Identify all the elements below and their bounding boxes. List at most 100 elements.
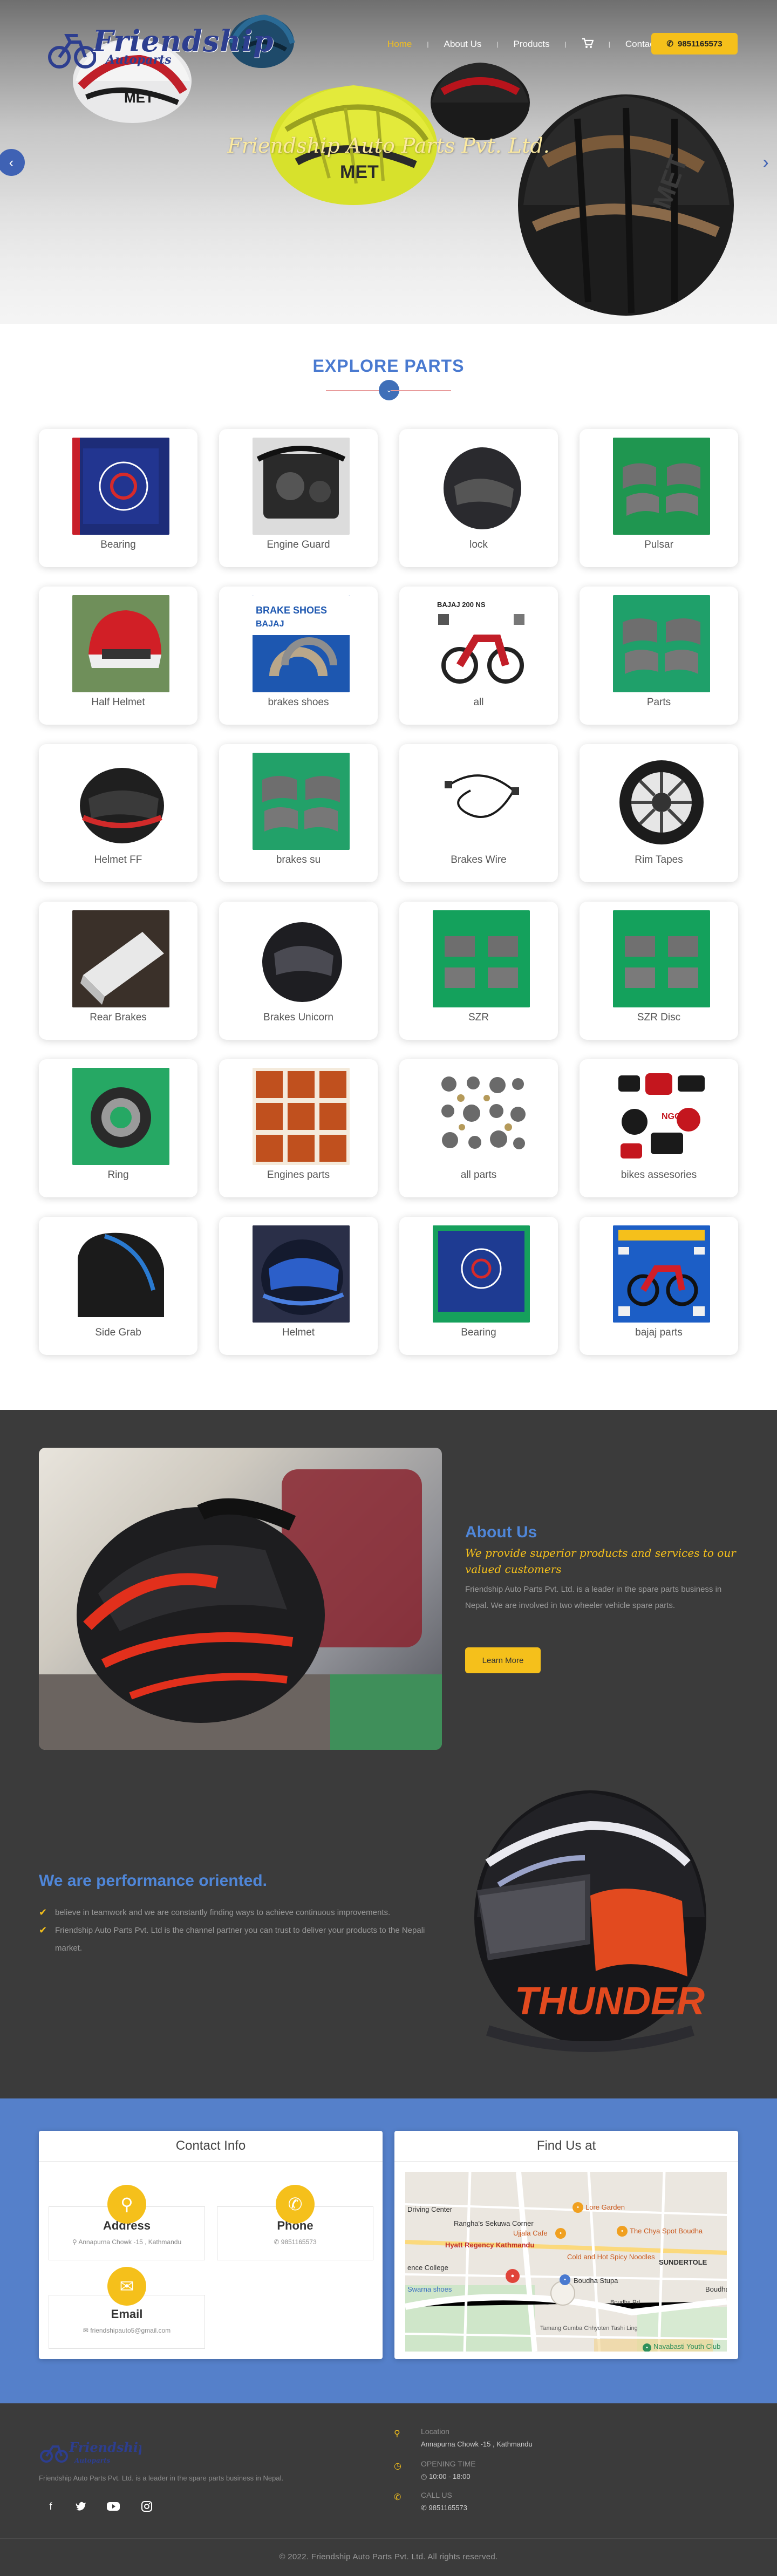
black-bronze-helmet-image: MET xyxy=(518,94,734,316)
map-place-label: Lore Garden xyxy=(585,2203,625,2211)
nav-home[interactable]: Home xyxy=(384,39,415,50)
ring-image xyxy=(72,1068,169,1165)
map-place-label: Ujjala Cafe xyxy=(513,2229,548,2237)
divider xyxy=(39,2161,383,2162)
product-card[interactable]: Rim Tapes xyxy=(580,744,738,882)
nav-separator: | xyxy=(427,40,429,48)
phone-icon: ✆ xyxy=(276,2185,315,2224)
product-card[interactable]: Helmet FF xyxy=(39,744,197,882)
instagram-icon[interactable] xyxy=(138,2498,155,2515)
navbar: Friendship Autoparts Home | About Us | P… xyxy=(0,0,777,69)
footer-location-value: Annapurna Chowk -15 , Kathmandu xyxy=(421,2440,533,2448)
address-text: ⚲ Annapurna Chowk -15 , Kathmandu xyxy=(49,2238,205,2246)
email-value[interactable]: friendshipauto5@gmail.com xyxy=(90,2327,171,2334)
map-marker-icon[interactable]: • xyxy=(617,2226,628,2237)
map-place-label: Navabasti Youth Club xyxy=(653,2342,721,2350)
product-label: Engines parts xyxy=(267,1169,330,1181)
title-divider-right xyxy=(391,390,451,391)
product-card[interactable]: Pulsar xyxy=(580,429,738,567)
check-icon: ✔ xyxy=(39,1907,47,1918)
product-card[interactable]: Engine Guard xyxy=(219,429,378,567)
nav-about[interactable]: About Us xyxy=(440,39,485,50)
product-label: Rim Tapes xyxy=(635,854,683,866)
map-place-label: SUNDERTOLE xyxy=(659,2258,707,2266)
product-card[interactable]: SZR Disc xyxy=(580,902,738,1040)
map-card: Find Us at ● • • • • • Driving Center Ra… xyxy=(394,2131,738,2359)
product-card[interactable]: Parts xyxy=(580,587,738,725)
footer-call-text[interactable]: 9851165573 xyxy=(429,2504,467,2512)
phone-value[interactable]: 9851165573 xyxy=(281,2238,317,2246)
phone-button[interactable]: ✆ 9851165573 xyxy=(651,33,738,54)
full-face-helmet-image xyxy=(72,753,169,850)
product-card[interactable]: BAJAJ 200 NS all xyxy=(399,587,558,725)
performance-list: ✔ believe in teamwork and we are constan… xyxy=(39,1904,449,1957)
envelope-icon: ✉ xyxy=(83,2327,91,2334)
product-card[interactable]: Ring xyxy=(39,1059,197,1197)
product-card[interactable]: BRAKE SHOES BAJAJ brakes shoes xyxy=(219,587,378,725)
cart-icon[interactable] xyxy=(578,38,597,51)
product-card[interactable]: Half Helmet xyxy=(39,587,197,725)
product-card[interactable]: Side Grab xyxy=(39,1217,197,1355)
youtube-icon[interactable] xyxy=(105,2498,122,2515)
chevron-left-icon: ‹ xyxy=(9,154,14,171)
map-marker-icon[interactable]: • xyxy=(572,2202,583,2213)
product-card[interactable]: NGG bikes assesories xyxy=(580,1059,738,1197)
nav-products[interactable]: Products xyxy=(510,39,553,50)
about-heading: About Us xyxy=(465,1523,537,1541)
footer-logo[interactable]: Friendship Autoparts xyxy=(39,2436,147,2471)
list-item: ✔ believe in teamwork and we are constan… xyxy=(39,1904,449,1921)
product-card[interactable]: bajaj parts xyxy=(580,1217,738,1355)
product-card[interactable]: Engines parts xyxy=(219,1059,378,1197)
svg-text:MET: MET xyxy=(340,162,379,182)
product-label: lock xyxy=(469,539,488,550)
slider-next-button[interactable]: › xyxy=(752,149,777,176)
product-card[interactable]: Bearing xyxy=(399,1217,558,1355)
product-label: all xyxy=(473,697,484,708)
product-card[interactable]: Brakes Wire xyxy=(399,744,558,882)
logo[interactable]: Friendship Autoparts xyxy=(47,18,290,72)
product-card[interactable]: Brakes Unicorn xyxy=(219,902,378,1040)
product-label: Half Helmet xyxy=(91,697,145,708)
bearing-box-image xyxy=(72,438,169,535)
email-title: Email xyxy=(111,2307,143,2321)
product-label: SZR Disc xyxy=(637,1012,681,1023)
learn-more-button[interactable]: Learn More xyxy=(465,1647,541,1673)
footer-divider xyxy=(0,2538,777,2539)
product-card[interactable]: lock xyxy=(399,429,558,567)
product-card[interactable]: all parts xyxy=(399,1059,558,1197)
google-map[interactable]: ● • • • • • Driving Center Rangha's Seku… xyxy=(405,2172,727,2352)
map-marker-icon[interactable]: • xyxy=(560,2274,570,2285)
map-marker-icon[interactable]: ● xyxy=(506,2269,520,2283)
motorbike-logo-icon xyxy=(48,34,96,69)
about-tagline: We provide superior products and service… xyxy=(465,1546,736,1576)
product-card[interactable]: Helmet xyxy=(219,1217,378,1355)
rim-image xyxy=(613,753,710,850)
product-label: Engine Guard xyxy=(267,539,330,550)
list-item-text: believe in teamwork and we are constantl… xyxy=(55,1908,391,1917)
map-place-label: Cold and Hot Spicy Noodles xyxy=(567,2253,655,2261)
map-marker-icon[interactable]: • xyxy=(643,2343,651,2352)
list-item-text: Friendship Auto Parts Pvt. Ltd is the ch… xyxy=(55,1926,425,1953)
facebook-icon[interactable]: f xyxy=(42,2498,59,2515)
brake-pads-image xyxy=(613,595,710,692)
product-label: brakes shoes xyxy=(268,697,329,708)
product-card[interactable]: Bearing xyxy=(39,429,197,567)
contact-info-title: Contact Info xyxy=(175,2138,246,2153)
product-card[interactable]: brakes su xyxy=(219,744,378,882)
product-label: Ring xyxy=(107,1169,129,1181)
map-marker-icon[interactable]: • xyxy=(555,2228,566,2239)
slider-prev-button[interactable]: ‹ xyxy=(0,149,25,176)
half-helmet-image xyxy=(72,595,169,692)
product-card[interactable]: Rear Brakes xyxy=(39,902,197,1040)
footer-location-label: Location xyxy=(421,2427,449,2436)
bearing-box-image xyxy=(433,1225,530,1323)
product-label: Side Grab xyxy=(95,1327,141,1338)
hero-title: Friendship Auto Parts Pvt. Ltd. xyxy=(227,134,550,158)
footer: Friendship Autoparts Friendship Auto Par… xyxy=(0,2403,777,2576)
map-place-label: Boudha Rd xyxy=(610,2299,640,2306)
twitter-icon[interactable] xyxy=(72,2498,90,2515)
product-label: all parts xyxy=(460,1169,497,1181)
product-label: SZR xyxy=(468,1012,489,1023)
product-label: Brakes Unicorn xyxy=(263,1012,333,1023)
product-card[interactable]: SZR xyxy=(399,902,558,1040)
